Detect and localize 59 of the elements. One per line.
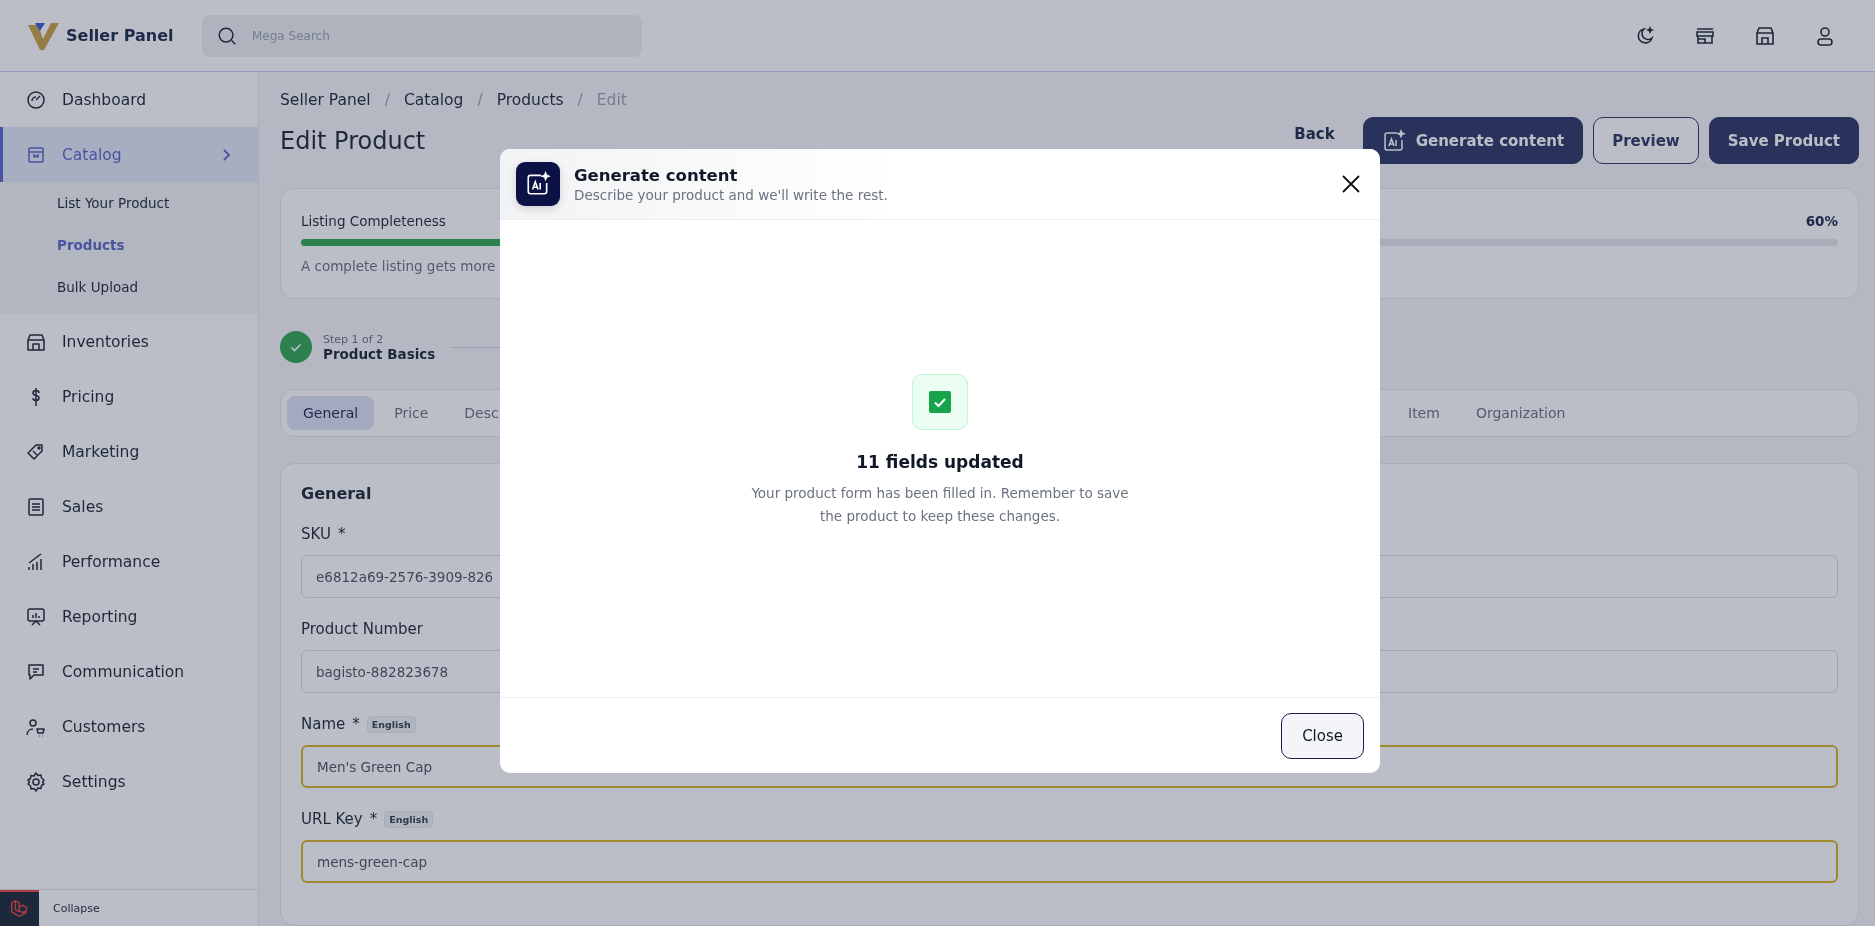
ai-icon bbox=[516, 162, 560, 206]
action-button[interactable]: Preview bbox=[1593, 117, 1699, 164]
close-icon[interactable] bbox=[1340, 173, 1362, 195]
section-title: General bbox=[301, 484, 372, 503]
field-label: Product Number bbox=[301, 620, 423, 638]
submenu-item[interactable]: Bulk Upload bbox=[0, 266, 258, 308]
breadcrumb-separator: / bbox=[384, 90, 390, 109]
menu-item-icon bbox=[24, 769, 48, 794]
field-label: SKU bbox=[301, 525, 331, 543]
breadcrumb-link[interactable]: Catalog bbox=[403, 90, 464, 109]
debug-bar-tab[interactable] bbox=[0, 890, 39, 926]
back-link[interactable]: Back bbox=[1294, 124, 1335, 143]
field-label: URL Key bbox=[301, 810, 363, 828]
sidebar-item[interactable]: Marketing bbox=[0, 424, 258, 479]
required-mark: * bbox=[337, 525, 346, 543]
brand-name: Seller Panel bbox=[66, 26, 174, 45]
field-label: Name bbox=[301, 715, 346, 733]
modal-subtitle: Describe your product and we'll write the rest. bbox=[574, 186, 889, 203]
result-title: 11 fields updated bbox=[856, 451, 1024, 472]
sidebar-item[interactable]: Communication bbox=[0, 644, 258, 699]
tab[interactable]: General bbox=[287, 396, 375, 430]
ai-sparkle-icon bbox=[1381, 128, 1406, 153]
action-button[interactable]: Save Product bbox=[1708, 117, 1859, 164]
sidebar-item[interactable]: Inventories bbox=[0, 314, 258, 369]
logo-icon bbox=[26, 20, 60, 51]
required-mark: * bbox=[369, 810, 378, 828]
locale-badge: English bbox=[384, 810, 434, 828]
completeness-hint: A complete listing gets more bbox=[301, 258, 497, 274]
tab[interactable]: Item bbox=[1392, 396, 1456, 430]
required-mark: * bbox=[352, 715, 360, 733]
sidebar-item[interactable]: Sales bbox=[0, 479, 258, 534]
search-field[interactable]: Mega Search bbox=[202, 14, 642, 57]
locale-badge: English bbox=[366, 715, 416, 733]
completeness-label: Listing Completeness bbox=[301, 213, 446, 229]
tab[interactable]: Organization bbox=[1459, 396, 1582, 430]
collapse-button[interactable]: Collapse bbox=[53, 901, 100, 915]
breadcrumb-separator: / bbox=[577, 90, 583, 109]
sidebar-item[interactable]: Pricing bbox=[0, 369, 258, 424]
sidebar-item[interactable]: Settings bbox=[0, 754, 258, 809]
input-field[interactable]: mens-green-cap bbox=[301, 840, 1838, 883]
breadcrumb-separator: / bbox=[477, 90, 483, 109]
sidebar-item[interactable]: Dashboard bbox=[0, 72, 258, 127]
completeness-percent: 60% bbox=[1805, 213, 1838, 229]
tab[interactable]: Desc bbox=[448, 396, 515, 430]
step-number: Step 1 of 2 bbox=[323, 332, 385, 346]
close-button[interactable]: Close bbox=[1281, 712, 1364, 759]
action-button[interactable]: Generate content bbox=[1362, 117, 1584, 164]
submenu-item[interactable]: List Your Product bbox=[0, 182, 258, 224]
success-check-icon bbox=[912, 373, 968, 430]
sidebar-item[interactable]: Customers bbox=[0, 699, 258, 754]
modal-title: Generate content bbox=[574, 165, 739, 185]
step-title: Product Basics bbox=[323, 345, 436, 362]
page-title: Edit Product bbox=[280, 126, 426, 155]
sidebar-item[interactable]: Reporting bbox=[0, 589, 258, 644]
breadcrumb-link[interactable]: Seller Panel bbox=[280, 90, 371, 109]
tab[interactable]: Price bbox=[378, 396, 445, 430]
breadcrumb-link[interactable]: Products bbox=[496, 90, 564, 109]
result-message: Your product form has been filled in. Remember to save the product to keep these changes. bbox=[750, 483, 1130, 526]
sidebar-item[interactable]: Performance bbox=[0, 534, 258, 589]
